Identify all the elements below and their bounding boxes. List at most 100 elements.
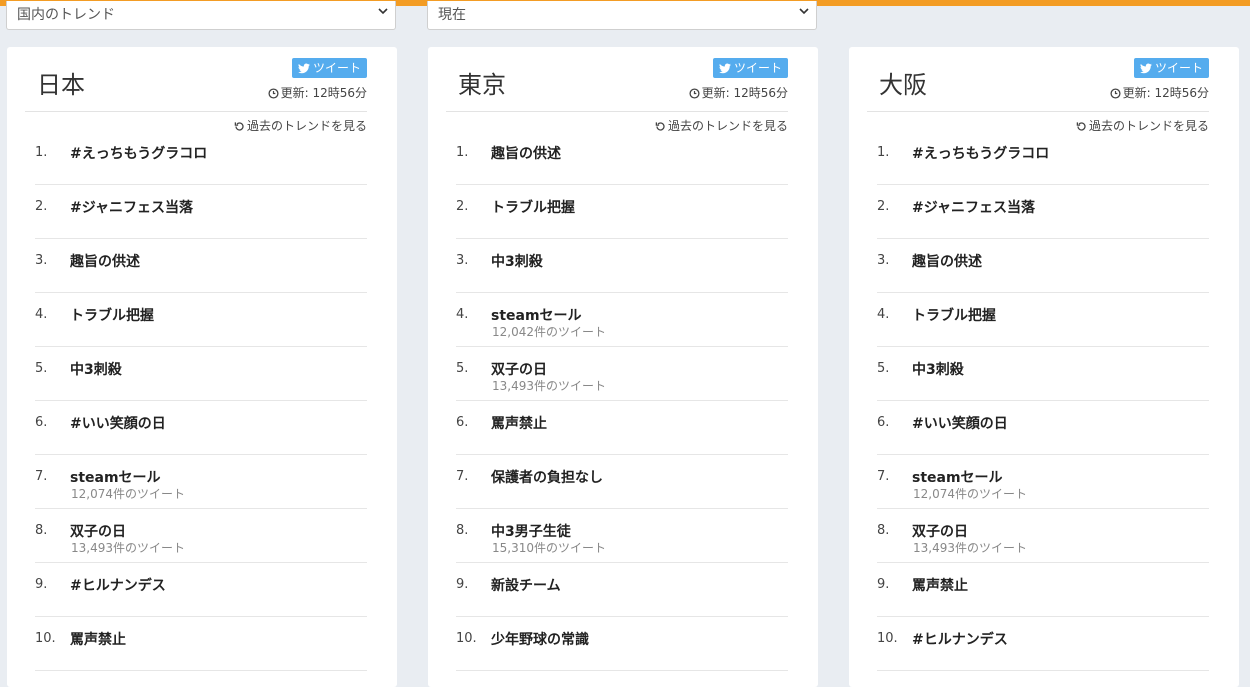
trend-row[interactable]: 9. 罵声禁止 <box>877 563 1209 617</box>
trend-rank: 6. <box>877 415 890 430</box>
trend-term[interactable]: トラブル把握 <box>70 305 154 325</box>
trend-row[interactable]: 3. 中3刺殺 <box>456 239 788 293</box>
trend-term[interactable]: #いい笑顔の日 <box>912 413 1008 433</box>
trend-panel-osaka: 大阪 ツイート 更新: 12時56分 過去のトレンドを見る 1. #えっちもうグラ… <box>849 47 1239 687</box>
trend-row[interactable]: 10. #ヒルナンデス <box>877 617 1209 671</box>
trend-row[interactable]: 1. 趣旨の供述 <box>456 131 788 185</box>
trend-term[interactable]: 中3刺殺 <box>491 251 543 271</box>
region-select[interactable]: 国内のトレンド <box>6 1 396 30</box>
trend-row[interactable]: 7. steamセール 12,074件のツイート <box>877 455 1209 509</box>
trend-term[interactable]: トラブル把握 <box>912 305 996 325</box>
header-divider <box>25 111 367 112</box>
trend-term[interactable]: #ジャニフェス当落 <box>70 197 193 217</box>
clock-icon <box>268 88 279 99</box>
trend-term[interactable]: #えっちもうグラコロ <box>70 143 207 163</box>
updated-time: 更新: 12時56分 <box>268 84 367 101</box>
trend-row[interactable]: 8. 双子の日 13,493件のツイート <box>877 509 1209 563</box>
trend-row[interactable]: 4. steamセール 12,042件のツイート <box>456 293 788 347</box>
trend-term[interactable]: 双子の日 <box>912 521 968 541</box>
tweet-button[interactable]: ツイート <box>1134 58 1209 78</box>
trend-row[interactable]: 8. 双子の日 13,493件のツイート <box>35 509 367 563</box>
trend-term[interactable]: #ヒルナンデス <box>70 575 166 595</box>
trend-term[interactable]: 中3刺殺 <box>912 359 964 379</box>
trend-row[interactable]: 1. #えっちもうグラコロ <box>35 131 367 185</box>
trend-row[interactable]: 5. 双子の日 13,493件のツイート <box>456 347 788 401</box>
trend-rank: 7. <box>35 469 48 484</box>
trend-row[interactable]: 9. #ヒルナンデス <box>35 563 367 617</box>
trend-rank: 10. <box>456 631 477 646</box>
trend-rank: 1. <box>456 145 469 160</box>
chevron-down-icon <box>378 8 388 15</box>
twitter-bird-icon <box>718 63 731 74</box>
trend-row[interactable]: 7. steamセール 12,074件のツイート <box>35 455 367 509</box>
trend-term[interactable]: 趣旨の供述 <box>70 251 140 271</box>
trend-rank: 6. <box>35 415 48 430</box>
trend-row[interactable]: 6. #いい笑顔の日 <box>877 401 1209 455</box>
panel-title: 日本 <box>37 71 85 99</box>
panel-title: 東京 <box>458 71 506 99</box>
trend-row[interactable]: 3. 趣旨の供述 <box>35 239 367 293</box>
trend-row[interactable]: 6. 罵声禁止 <box>456 401 788 455</box>
trend-term[interactable]: 双子の日 <box>70 521 126 541</box>
trend-term[interactable]: 中3男子生徒 <box>491 521 571 541</box>
trend-row[interactable]: 4. トラブル把握 <box>35 293 367 347</box>
trend-row[interactable]: 9. 新設チーム <box>456 563 788 617</box>
panel-title: 大阪 <box>879 71 927 99</box>
trend-term[interactable]: 少年野球の常識 <box>491 629 589 649</box>
trend-term[interactable]: #いい笑顔の日 <box>70 413 166 433</box>
trend-rank: 4. <box>877 307 890 322</box>
trend-term[interactable]: 保護者の負担なし <box>491 467 603 487</box>
tweet-button[interactable]: ツイート <box>292 58 367 78</box>
tweet-button[interactable]: ツイート <box>713 58 788 78</box>
trend-row[interactable]: 2. トラブル把握 <box>456 185 788 239</box>
trend-term[interactable]: steamセール <box>70 467 161 487</box>
trend-row[interactable]: 7. 保護者の負担なし <box>456 455 788 509</box>
trend-term[interactable]: steamセール <box>491 305 582 325</box>
trend-row[interactable]: 5. 中3刺殺 <box>35 347 367 401</box>
trend-list: 1. #えっちもうグラコロ 2. #ジャニフェス当落 3. 趣旨の供述 4. トラブル把… <box>877 131 1209 671</box>
trend-row[interactable]: 10. 少年野球の常識 <box>456 617 788 671</box>
trend-row[interactable]: 1. #えっちもうグラコロ <box>877 131 1209 185</box>
trend-rank: 2. <box>35 199 48 214</box>
trend-row[interactable]: 4. トラブル把握 <box>877 293 1209 347</box>
trend-term[interactable]: 中3刺殺 <box>70 359 122 379</box>
trend-rank: 5. <box>877 361 890 376</box>
trend-term[interactable]: 新設チーム <box>491 575 561 595</box>
trend-rank: 8. <box>456 523 469 538</box>
trend-term[interactable]: steamセール <box>912 467 1003 487</box>
trend-rank: 4. <box>35 307 48 322</box>
trend-row[interactable]: 2. #ジャニフェス当落 <box>877 185 1209 239</box>
trend-term[interactable]: 双子の日 <box>491 359 547 379</box>
updated-label: 更新: 12時56分 <box>1122 86 1209 100</box>
header-divider <box>446 111 788 112</box>
trend-rank: 3. <box>877 253 890 268</box>
updated-label: 更新: 12時56分 <box>280 86 367 100</box>
trend-rank: 10. <box>877 631 898 646</box>
trend-term[interactable]: 趣旨の供述 <box>491 143 561 163</box>
trend-term[interactable]: 罵声禁止 <box>70 629 126 649</box>
trend-row[interactable]: 2. #ジャニフェス当落 <box>35 185 367 239</box>
updated-time: 更新: 12時56分 <box>689 84 788 101</box>
trend-rank: 1. <box>35 145 48 160</box>
trend-row[interactable]: 10. 罵声禁止 <box>35 617 367 671</box>
twitter-bird-icon <box>1139 63 1152 74</box>
tweet-button-label: ツイート <box>1154 61 1203 75</box>
trend-term[interactable]: #えっちもうグラコロ <box>912 143 1049 163</box>
trend-rank: 6. <box>456 415 469 430</box>
trend-term[interactable]: #ヒルナンデス <box>912 629 1008 649</box>
time-select[interactable]: 現在 <box>427 1 817 30</box>
trend-row[interactable]: 8. 中3男子生徒 15,310件のツイート <box>456 509 788 563</box>
trend-row[interactable]: 5. 中3刺殺 <box>877 347 1209 401</box>
header-divider <box>867 111 1209 112</box>
trend-count: 13,493件のツイート <box>71 541 185 555</box>
trend-count: 12,074件のツイート <box>71 487 185 501</box>
time-select-value: 現在 <box>438 7 466 23</box>
trend-term[interactable]: トラブル把握 <box>491 197 575 217</box>
trend-row[interactable]: 3. 趣旨の供述 <box>877 239 1209 293</box>
trend-term[interactable]: 罵声禁止 <box>491 413 547 433</box>
trend-row[interactable]: 6. #いい笑顔の日 <box>35 401 367 455</box>
trend-term[interactable]: 趣旨の供述 <box>912 251 982 271</box>
trend-term[interactable]: #ジャニフェス当落 <box>912 197 1035 217</box>
region-select-value: 国内のトレンド <box>17 7 115 23</box>
trend-term[interactable]: 罵声禁止 <box>912 575 968 595</box>
